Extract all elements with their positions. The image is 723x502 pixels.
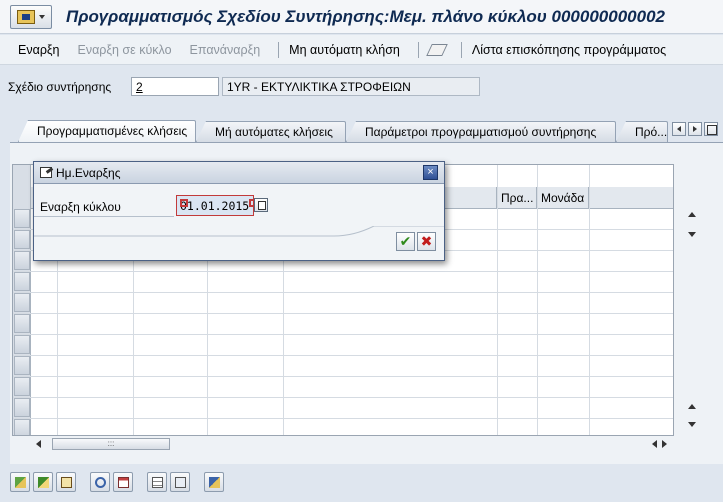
maintenance-plan-description: 1YR - ΕΚΤΥΛΙΚΤΙΚΑ ΣΤΡΟΦΕΙΩΝ [222,77,480,96]
cycle-start-input[interactable]: 01.01.2015 [176,195,258,216]
row-selector[interactable] [14,272,30,291]
vertical-scrollbar[interactable] [684,186,701,436]
confirm-button[interactable]: ✔ [396,232,415,251]
maintenance-plan-label: Σχέδιο συντήρησης [8,80,112,94]
scrollbar-thumb[interactable]: ::: [52,438,170,450]
start-in-cycle-button[interactable]: Εναρξη σε κύκλο [77,43,171,57]
table-header-unit[interactable]: Μονάδα [537,187,589,209]
scroll-up-icon[interactable] [688,212,696,217]
value-help-icon[interactable] [254,198,268,212]
row-selector[interactable] [14,419,30,435]
toolbar-separator [278,41,280,58]
maintenance-plan-value: 2 [136,80,143,94]
cancel-button[interactable]: ✖ [417,232,436,251]
table-row[interactable] [13,356,673,377]
edit-icon [40,167,52,178]
manual-call-button[interactable]: Μη αυτόματη κλήση [289,43,400,57]
flag-icon[interactable] [10,472,30,492]
tab-manual-calls[interactable]: Μή αυτόματες κλήσεις [196,121,346,142]
tab-more[interactable]: Πρό... [616,121,668,142]
row-selector[interactable] [14,314,30,333]
restart-button[interactable]: Επανάναρξη [190,43,261,57]
page-title: Προγραμματισμός Σχεδίου Συντήρησης:Μεμ. … [66,6,665,26]
system-menu-button[interactable] [10,4,52,29]
tab-scroll-right-icon[interactable] [688,122,702,136]
dialog-title: Ημ.Εναρξης [56,165,121,180]
check-flag-icon[interactable] [33,472,53,492]
table-settings-icon[interactable] [147,472,167,492]
table-row[interactable] [13,272,673,293]
table-row[interactable] [13,314,673,335]
scroll-right-icon[interactable] [662,440,667,448]
dialog-separator [34,226,444,237]
scroll-left-icon[interactable] [36,440,41,448]
tab-list-icon[interactable] [704,122,718,136]
row-selector[interactable] [14,293,30,312]
flag-settings-icon[interactable] [204,472,224,492]
table-toolbar [10,470,224,494]
tab-scheduled-calls[interactable]: Προγραμματισμένες κλήσεις [18,120,196,142]
tab-scheduling-parameters[interactable]: Παράμετροι προγραμματισμού συντήρησης [346,121,616,142]
toolbar-separator [417,41,419,58]
schedule-overview-button[interactable]: Λίστα επισκόπησης προγράμματος [472,43,666,57]
tab-scroll-left-icon[interactable] [672,122,686,136]
table-row[interactable] [13,419,673,435]
application-toolbar: Εναρξη Εναρξη σε κύκλο Επανάναρξη Μη αυτ… [0,35,723,65]
row-selector[interactable] [14,230,30,249]
table-row[interactable] [13,293,673,314]
maintenance-plan-field[interactable]: 2 [131,77,219,96]
row-selector[interactable] [14,335,30,354]
refresh-icon[interactable] [90,472,110,492]
chevron-down-icon [39,14,45,19]
table-row[interactable] [13,377,673,398]
scroll-up-icon[interactable] [688,404,696,409]
cycle-start-label: Εναρξη κύκλου [40,200,121,214]
row-selector[interactable] [14,398,30,417]
tab-navigation [672,122,718,136]
close-icon[interactable]: × [423,165,438,180]
scroll-down-icon[interactable] [688,232,696,237]
start-button[interactable]: Εναρξη [18,43,59,57]
schedule-icon[interactable] [170,472,190,492]
toolbar-separator [460,41,462,58]
scroll-down-icon[interactable] [688,422,696,427]
horizontal-scrollbar[interactable]: ::: [30,436,670,452]
title-bar: Προγραμματισμός Σχεδίου Συντήρησης:Μεμ. … [0,0,723,34]
start-date-dialog: Ημ.Εναρξης × Εναρξη κύκλου 01.01.2015 ✔ … [33,161,445,261]
eraser-icon[interactable] [426,43,448,56]
row-selector[interactable] [14,356,30,375]
dialog-header: Ημ.Εναρξης × [34,162,444,184]
calendar-icon[interactable] [113,472,133,492]
list-icon[interactable] [56,472,76,492]
row-selector[interactable] [14,377,30,396]
row-selector[interactable] [14,251,30,270]
row-selector[interactable] [14,209,30,228]
label-underline [34,216,174,217]
scroll-left-icon[interactable] [652,440,657,448]
menu-icon [17,9,35,24]
table-row[interactable] [13,398,673,419]
table-header-pra[interactable]: Πρα... [497,187,537,209]
tab-strip: Προγραμματισμένες κλήσεις Μή αυτόματες κ… [18,120,668,142]
table-row[interactable] [13,335,673,356]
